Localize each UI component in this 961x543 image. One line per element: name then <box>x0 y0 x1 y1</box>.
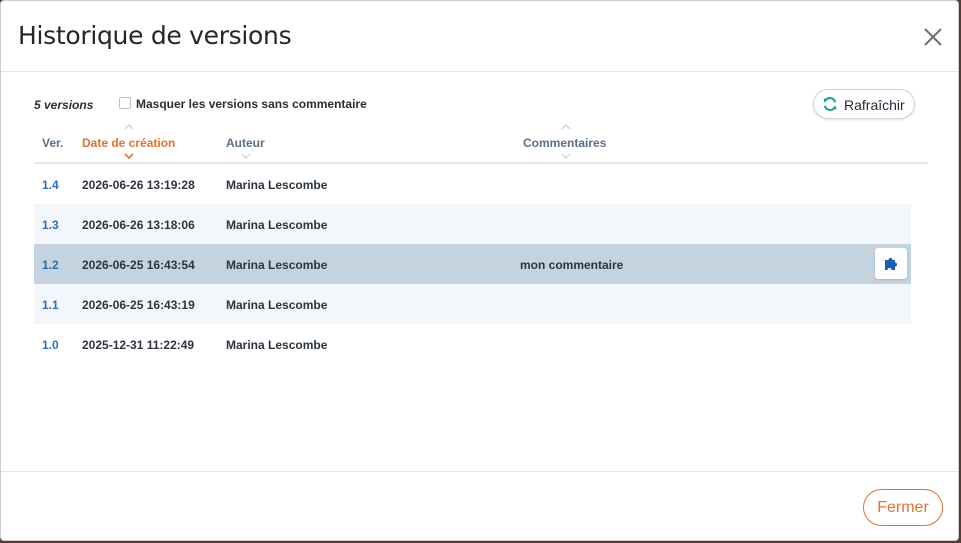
creation-date: 2026-06-25 16:43:54 <box>82 258 195 272</box>
dialog-title: Historique de versions <box>18 21 292 50</box>
creation-date: 2026-06-26 13:19:28 <box>82 178 195 192</box>
author-name: Marina Lescombe <box>226 338 328 352</box>
version-link[interactable]: 1.1 <box>42 298 59 312</box>
creation-date: 2026-06-25 16:43:19 <box>82 298 195 312</box>
refresh-button[interactable]: Rafraîchir <box>813 89 915 119</box>
version-link[interactable]: 1.0 <box>42 338 59 352</box>
close-button[interactable]: Fermer <box>863 489 943 526</box>
version-link[interactable]: 1.2 <box>42 258 59 272</box>
author-name: Marina Lescombe <box>226 218 328 232</box>
column-header-author[interactable]: Auteur <box>226 121 306 163</box>
creation-date: 2025-12-31 11:22:49 <box>82 338 195 352</box>
table-row[interactable]: 1.1 2026-06-25 16:43:19 Marina Lescombe <box>34 284 911 324</box>
table-row[interactable]: 1.3 2026-06-26 13:18:06 Marina Lescombe <box>34 204 911 244</box>
row-action-button[interactable] <box>875 248 907 279</box>
version-link[interactable]: 1.4 <box>42 178 59 192</box>
hide-uncommented-label[interactable]: Masquer les versions sans commentaire <box>136 97 367 111</box>
sort-descending-icon <box>561 153 571 159</box>
column-header-version: Ver. <box>42 136 64 150</box>
comment-text: mon commentaire <box>520 258 624 272</box>
refresh-icon <box>822 96 838 112</box>
footer-divider <box>1 471 958 472</box>
author-name: Marina Lescombe <box>226 178 328 192</box>
close-icon[interactable] <box>922 26 944 48</box>
version-count: 5 versions <box>34 98 94 112</box>
dialog-header: Historique de versions <box>1 1 958 72</box>
table-row[interactable]: 1.0 2025-12-31 11:22:49 Marina Lescombe <box>34 324 911 364</box>
puzzle-icon <box>885 258 897 270</box>
author-name: Marina Lescombe <box>226 258 328 272</box>
sort-descending-icon <box>241 153 251 159</box>
sort-descending-icon <box>124 153 134 159</box>
version-link[interactable]: 1.3 <box>42 218 59 232</box>
author-name: Marina Lescombe <box>226 298 328 312</box>
creation-date: 2026-06-26 13:18:06 <box>82 218 195 232</box>
column-header-comments[interactable]: Commentaires <box>523 121 643 163</box>
table-row-selected[interactable]: 1.2 2026-06-25 16:43:54 Marina Lescombe … <box>34 244 911 284</box>
sort-ascending-icon <box>124 124 134 130</box>
sort-ascending-icon <box>561 124 571 130</box>
column-header-date[interactable]: Date de création <box>82 121 212 163</box>
hide-uncommented-checkbox[interactable] <box>119 97 131 109</box>
version-history-dialog: Historique de versions 5 versions Masque… <box>0 0 959 541</box>
refresh-label: Rafraîchir <box>844 97 905 113</box>
table-row[interactable]: 1.4 2026-06-26 13:19:28 Marina Lescombe <box>34 164 911 204</box>
